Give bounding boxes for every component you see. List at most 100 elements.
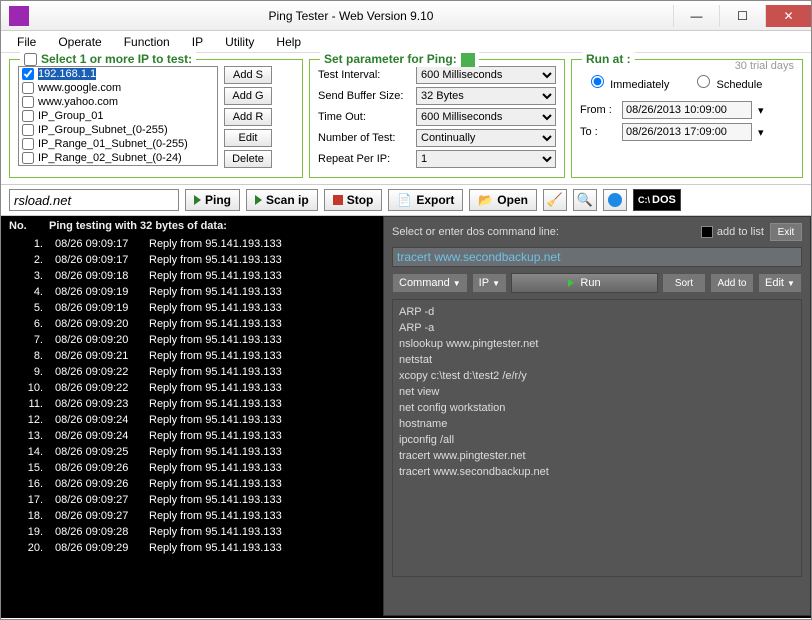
scan-ip-button[interactable]: Scan ip xyxy=(246,189,318,211)
caret-down-icon: ▼ xyxy=(492,279,500,288)
param-select[interactable]: 1 xyxy=(416,150,556,168)
dos-list-item[interactable]: tracert www.secondbackup.net xyxy=(399,464,795,480)
dos-list-item[interactable]: netstat xyxy=(399,352,795,368)
play-icon xyxy=(568,279,574,287)
param-label: Number of Test: xyxy=(318,132,410,144)
ip-checkbox[interactable] xyxy=(22,110,34,122)
param-select[interactable]: Continually xyxy=(416,129,556,147)
param-select[interactable]: 600 Milliseconds xyxy=(416,108,556,126)
row-no: 17. xyxy=(9,494,49,510)
add-to-button[interactable]: Add to xyxy=(710,273,754,293)
caret-down-icon: ▼ xyxy=(787,279,795,288)
row-no: 20. xyxy=(9,542,49,558)
dos-list-item[interactable]: ARP -d xyxy=(399,304,795,320)
sort-button[interactable]: Sort xyxy=(662,273,706,293)
menu-operate[interactable]: Operate xyxy=(48,33,111,51)
ip-list-item[interactable]: IP_Range_01_Subnet_(0-255) xyxy=(19,137,217,151)
dos-list-item[interactable]: ipconfig /all xyxy=(399,432,795,448)
ip-checkbox[interactable] xyxy=(22,82,34,94)
command-dropdown[interactable]: Command▼ xyxy=(392,273,468,293)
to-dropdown-icon[interactable]: ▾ xyxy=(758,126,794,139)
row-no: 15. xyxy=(9,462,49,478)
search-button[interactable]: 🔍 xyxy=(573,189,597,211)
from-datetime[interactable] xyxy=(622,101,752,119)
ip-list-item[interactable]: 192.168.1.1 xyxy=(19,67,217,81)
open-button[interactable]: 📂Open xyxy=(469,189,537,211)
dos-list-item[interactable]: tracert www.pingtester.net xyxy=(399,448,795,464)
dos-command-list[interactable]: ARP -dARP -anslookup www.pingtester.netn… xyxy=(392,299,802,577)
ip-checkbox[interactable] xyxy=(22,138,34,150)
delete-button[interactable]: Delete xyxy=(224,150,272,168)
clear-button[interactable]: 🧹 xyxy=(543,189,567,211)
dos-exit-button[interactable]: Exit xyxy=(770,223,802,241)
export-button[interactable]: 📄Export xyxy=(388,189,463,211)
dos-command-input[interactable] xyxy=(392,247,802,267)
trial-days-label: 30 trial days xyxy=(735,60,794,72)
from-dropdown-icon[interactable]: ▾ xyxy=(758,104,794,117)
run-at-group: Run at : 30 trial days Immediately Sched… xyxy=(571,59,803,178)
close-button[interactable]: ✕ xyxy=(765,5,811,27)
menu-file[interactable]: File xyxy=(7,33,46,51)
ip-legend-checkbox[interactable] xyxy=(24,53,37,66)
dos-button[interactable]: C:\DOS xyxy=(633,189,681,211)
stop-icon xyxy=(333,195,343,205)
ip-list-item[interactable]: www.yahoo.com xyxy=(19,95,217,109)
stop-button[interactable]: Stop xyxy=(324,189,383,211)
ip-list-item[interactable]: IP_Range_02_Subnet_(0-24) xyxy=(19,151,217,165)
radio-schedule[interactable]: Schedule xyxy=(692,79,762,91)
ip-checkbox[interactable] xyxy=(22,68,34,80)
ip-list-item[interactable]: www.google.com xyxy=(19,81,217,95)
row-no: 2. xyxy=(9,254,49,270)
dos-run-button[interactable]: Run xyxy=(511,273,658,293)
ip-list-item[interactable]: IP_Group_Subnet_(0-255) xyxy=(19,123,217,137)
menu-help[interactable]: Help xyxy=(266,33,311,51)
param-label: Send Buffer Size: xyxy=(318,90,410,102)
dos-list-item[interactable]: nslookup www.pingtester.net xyxy=(399,336,795,352)
ping-button[interactable]: Ping xyxy=(185,189,240,211)
ip-label: IP_Range_02_Subnet_(0-24) xyxy=(38,152,182,164)
down-icon[interactable] xyxy=(461,53,475,67)
to-label: To : xyxy=(580,126,616,138)
ip-list-item[interactable]: IP_Group_01 xyxy=(19,109,217,123)
ip-label: IP_Group_Subnet_(0-255) xyxy=(38,124,168,136)
dos-list-item[interactable]: net view xyxy=(399,384,795,400)
add-s-button[interactable]: Add S xyxy=(224,66,272,84)
ip-list[interactable]: 192.168.1.1www.google.comwww.yahoo.comIP… xyxy=(18,66,218,166)
titlebar: Ping Tester - Web Version 9.10 — ☐ ✕ xyxy=(1,1,811,31)
params-legend: Set parameter for Ping: xyxy=(320,52,479,67)
ip-checkbox[interactable] xyxy=(22,124,34,136)
browser-button[interactable] xyxy=(603,189,627,211)
maximize-button[interactable]: ☐ xyxy=(719,5,765,27)
menu-utility[interactable]: Utility xyxy=(215,33,264,51)
output-area: No. Ping testing with 32 bytes of data: … xyxy=(1,216,811,618)
dos-list-item[interactable]: hostname xyxy=(399,416,795,432)
add-to-list-checkbox[interactable]: add to list xyxy=(701,226,764,238)
host-input[interactable] xyxy=(9,189,179,211)
row-no: 6. xyxy=(9,318,49,334)
ip-label: 192.168.1.1 xyxy=(38,68,96,80)
row-no: 8. xyxy=(9,350,49,366)
row-timestamp: 08/26 09:09:26 xyxy=(49,478,149,494)
menu-ip[interactable]: IP xyxy=(182,33,213,51)
dos-list-item[interactable]: net config workstation xyxy=(399,400,795,416)
play-icon xyxy=(255,195,262,205)
edit-dropdown[interactable]: Edit▼ xyxy=(758,273,802,293)
edit-button[interactable]: Edit xyxy=(224,129,272,147)
ip-checkbox[interactable] xyxy=(22,152,34,164)
dos-list-item[interactable]: ARP -a xyxy=(399,320,795,336)
radio-immediately[interactable]: Immediately xyxy=(586,79,669,91)
add-g-button[interactable]: Add G xyxy=(224,87,272,105)
menubar: FileOperateFunctionIPUtilityHelp xyxy=(1,31,811,53)
minimize-button[interactable]: — xyxy=(673,5,719,27)
ip-dropdown[interactable]: IP▼ xyxy=(472,273,507,293)
row-no: 4. xyxy=(9,286,49,302)
ip-checkbox[interactable] xyxy=(22,96,34,108)
param-select[interactable]: 32 Bytes xyxy=(416,87,556,105)
row-timestamp: 08/26 09:09:22 xyxy=(49,382,149,398)
add-r-button[interactable]: Add R xyxy=(224,108,272,126)
dos-list-item[interactable]: xcopy c:\test d:\test2 /e/r/y xyxy=(399,368,795,384)
param-select[interactable]: 600 Milliseconds xyxy=(416,66,556,84)
row-timestamp: 08/26 09:09:20 xyxy=(49,334,149,350)
menu-function[interactable]: Function xyxy=(114,33,180,51)
to-datetime[interactable] xyxy=(622,123,752,141)
